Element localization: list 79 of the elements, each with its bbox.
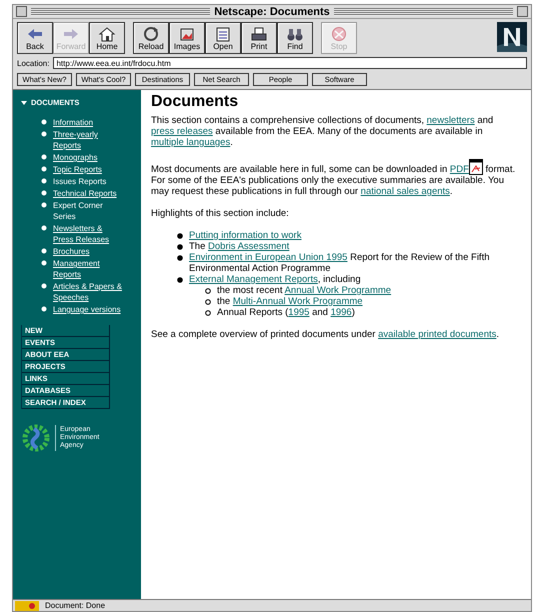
toolbar-button[interactable]: Find — [277, 22, 313, 54]
reload-icon — [142, 26, 160, 42]
window-title: Netscape: Documents — [214, 6, 330, 18]
triangle-icon — [21, 100, 27, 106]
list-item-text: Environment in European Union 1995 Report for the Review of the Fifth Environmental Action Programme — [189, 252, 490, 274]
toolbar-button[interactable]: Reload — [133, 22, 169, 54]
sidebar-link[interactable]: Technical Reports — [53, 188, 117, 199]
netscape-logo-icon — [497, 22, 527, 52]
text-link[interactable]: multiple languages — [151, 137, 230, 148]
text-link[interactable]: newsletters — [426, 115, 475, 126]
eea-logo-icon — [21, 423, 51, 453]
text-link[interactable]: Multi-Annual Work Programme — [232, 296, 363, 307]
text-link[interactable]: 1996 — [330, 307, 352, 318]
text-link[interactable]: Annual Work Programme — [284, 285, 392, 296]
page-heading: Documents — [151, 96, 240, 107]
toolbar-button[interactable]: Print — [241, 22, 277, 54]
text-link[interactable]: press releases — [151, 126, 213, 137]
list-item-text: the Multi-Annual Work Programme — [217, 296, 363, 307]
bullet-icon — [41, 119, 47, 125]
pdf-file-icon — [468, 159, 483, 175]
sidebar-link[interactable]: Newsletters & Press Releases — [53, 223, 123, 245]
location-field[interactable]: http://www.eea.eu.int/frdocu.htm — [53, 57, 527, 69]
text-link[interactable]: Putting information to work — [189, 230, 302, 241]
sidebar-item: Issues Reports — [53, 176, 106, 187]
open-file-icon — [214, 26, 232, 42]
text-link[interactable]: national sales agents — [360, 186, 450, 197]
text-link[interactable]: Environment in European Union 1995 — [189, 252, 348, 263]
sidebar-link[interactable]: Management Reports — [53, 258, 123, 280]
paragraph: This section contains a comprehensive collections of documents, newsletters and press releases available from the EEA. Many of the documents are available in multiple languages. — [151, 115, 494, 148]
bullet-icon — [41, 202, 47, 208]
status-text: Document: Done — [45, 601, 106, 610]
bullet-icon — [177, 244, 183, 250]
sidebar-link[interactable]: Articles & Papers & Speeches — [53, 281, 123, 303]
paragraph: Highlights of this section include: — [151, 208, 290, 219]
sidebar-link[interactable]: Information — [53, 117, 94, 128]
bullet-icon — [177, 277, 183, 283]
circle-bullet-icon — [205, 288, 211, 294]
paragraph: Most documents are available here in full, some can be downloaded in PDF format. For some of the EEA's publications only the executive summaries are available. You may request these publications in full through our national sales agents. — [151, 159, 521, 197]
bullet-icon — [41, 190, 47, 196]
bullet-icon — [41, 131, 47, 137]
sidebar-link[interactable]: Monographs — [53, 152, 98, 163]
list-item-text: Annual Reports (1995 and 1996) — [217, 307, 355, 318]
toolbar-button[interactable]: Back — [17, 22, 53, 54]
bullet-icon — [41, 225, 47, 231]
bullet-icon — [41, 260, 47, 266]
bullet-icon — [41, 166, 47, 172]
toolbar-button[interactable]: Images — [169, 22, 205, 54]
list-item-text: External Management Reports, including — [189, 274, 361, 285]
sidebar-link[interactable]: Three-yearly Reports — [53, 129, 123, 151]
sidebar-link[interactable]: Topic Reports — [53, 164, 102, 175]
bullet-icon — [41, 248, 47, 254]
paragraph: See a complete overview of printed documents under available printed documents. — [151, 329, 500, 340]
bullet-icon — [41, 178, 47, 184]
text-link[interactable]: PDF — [450, 164, 469, 175]
circle-bullet-icon — [205, 310, 211, 316]
printer-icon — [250, 26, 268, 42]
circle-bullet-icon — [205, 299, 211, 305]
text-link[interactable]: 1995 — [288, 307, 310, 318]
text-link[interactable]: available printed documents — [378, 329, 496, 340]
list-item-text: the most recent Annual Work Programme — [217, 285, 392, 296]
zoom-box[interactable] — [517, 6, 528, 17]
sidebar-link[interactable]: Brochures — [53, 246, 90, 257]
toolbar-button[interactable]: Open — [205, 22, 241, 54]
bullet-icon — [177, 255, 183, 261]
stop-icon — [330, 26, 348, 42]
bullet-icon — [177, 233, 183, 239]
bullet-icon — [41, 154, 47, 160]
location-label: Location: — [17, 58, 50, 68]
sidebar-item: Expert Corner Series — [53, 200, 104, 222]
bullet-icon — [41, 306, 47, 312]
close-box[interactable] — [16, 6, 27, 17]
toolbar-button[interactable]: Home — [89, 22, 125, 54]
bullet-icon — [41, 283, 47, 289]
list-item-text: The Dobris Assessment — [189, 241, 290, 252]
sidebar-link[interactable]: Language versions — [53, 304, 121, 315]
text-link[interactable]: Dobris Assessment — [208, 241, 290, 252]
house-icon — [98, 26, 116, 42]
text-link[interactable]: External Management Reports — [189, 274, 318, 285]
image-icon — [178, 26, 196, 42]
